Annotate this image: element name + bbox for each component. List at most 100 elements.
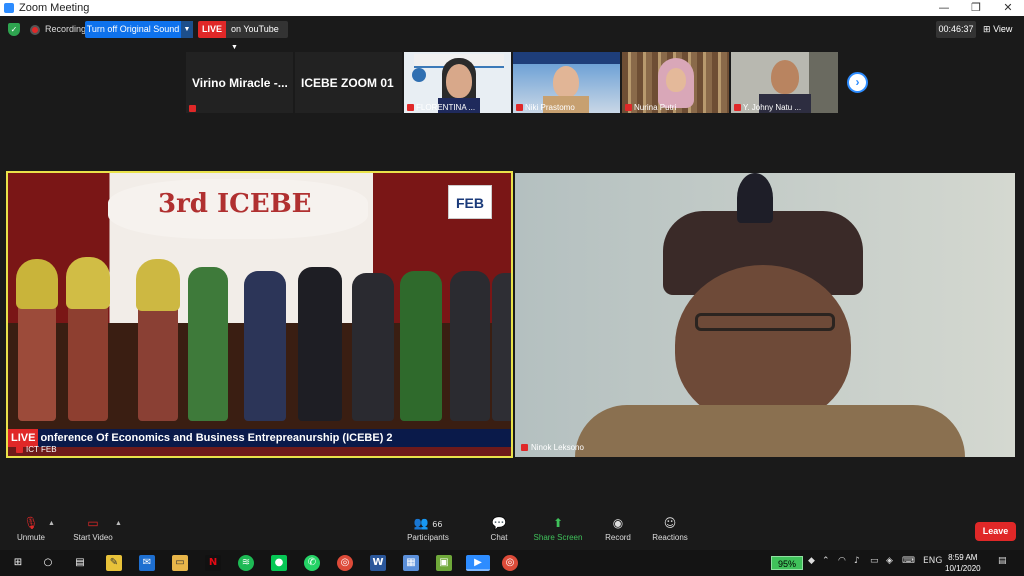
maximize-button[interactable]: ❐ xyxy=(960,0,992,16)
mic-muted-icon xyxy=(516,104,523,111)
share-screen-label: Share Screen xyxy=(533,533,583,542)
reactions-label: Reactions xyxy=(652,533,688,542)
chevron-down-icon: ▼ xyxy=(231,44,238,51)
windows-start-icon[interactable]: ⊞ xyxy=(10,555,26,571)
person xyxy=(188,267,228,421)
hijab xyxy=(66,257,110,309)
search-icon[interactable]: ○ xyxy=(40,555,56,571)
unmute-label: Unmute xyxy=(16,533,45,542)
task-view-icon[interactable]: ▤ xyxy=(72,555,88,571)
notifications-icon[interactable]: ▤ xyxy=(998,556,1007,566)
meeting-timer: 00:46:37 xyxy=(936,21,976,38)
wifi-icon[interactable]: ◠ xyxy=(838,556,846,566)
chrome-icon[interactable]: ◎ xyxy=(337,555,353,571)
view-button[interactable]: ⊞ View xyxy=(983,21,1012,39)
grid-icon: ⊞ xyxy=(983,25,991,35)
participant-name: Ninok Leksono xyxy=(531,443,584,452)
person xyxy=(244,271,286,421)
participant-tile[interactable]: Virino Miracle -... xyxy=(186,52,293,113)
sound-options-chevron-down-icon[interactable]: ▼ xyxy=(181,21,193,38)
hijab xyxy=(16,259,58,309)
tile-footer: Niki Prastomo xyxy=(516,103,575,112)
glasses xyxy=(695,313,835,331)
whatsapp-icon[interactable]: ✆ xyxy=(304,555,320,571)
participant-face xyxy=(446,64,472,98)
participant-name: Nurina Putri xyxy=(634,103,677,112)
netflix-icon[interactable]: N xyxy=(205,555,221,571)
system-clock[interactable]: 8:59 AM 10/1/2020 xyxy=(945,552,981,574)
participant-name: FLORENTINA ... xyxy=(416,103,476,112)
person xyxy=(450,271,490,421)
reactions-button[interactable]: ☺ Reactions xyxy=(650,516,690,542)
virtual-background-header xyxy=(513,52,620,64)
participant-video-tile[interactable]: Nurina Putri xyxy=(622,52,729,113)
notepad-icon[interactable]: ▦ xyxy=(403,555,419,571)
windows-taskbar: ⊞ ○ ▤ ✎ ✉ ▭ N ≋ ● ✆ ◎ W ▦ ▣ ▶ ◎ 95% ◆ ⌃ … xyxy=(0,550,1024,576)
keyboard-icon[interactable]: ⌨ xyxy=(902,556,915,566)
show-hidden-icons-chevron-up-icon[interactable]: ⌃ xyxy=(822,556,830,566)
background-window xyxy=(809,52,838,113)
participant-video-main[interactable]: Ninok Leksono xyxy=(515,173,1015,457)
spotify-icon[interactable]: ≋ xyxy=(238,555,254,571)
video-options-chevron-up-icon[interactable]: ▲ xyxy=(115,520,122,527)
share-screen-button[interactable]: ⬆ Share Screen xyxy=(532,516,584,542)
person xyxy=(352,273,394,421)
livestream-ticker: LIVE onference Of Economics and Business … xyxy=(8,429,511,447)
participant-face xyxy=(666,68,686,92)
reactions-icon: ☺ xyxy=(663,516,677,530)
mic-muted-icon xyxy=(189,105,196,112)
participants-count: 66 xyxy=(432,520,443,529)
zoom-taskbar-icon[interactable]: ▶ xyxy=(466,555,490,571)
video-footer: ICT FEB xyxy=(16,445,57,454)
mail-icon[interactable]: ✉ xyxy=(139,555,155,571)
battery-icon[interactable]: ▭ xyxy=(870,556,879,566)
zoom-app-icon xyxy=(4,3,14,13)
file-explorer-icon[interactable]: ▭ xyxy=(172,555,188,571)
chat-button[interactable]: 💬 Chat xyxy=(486,516,512,542)
person xyxy=(492,273,511,421)
tile-footer: Nurina Putri xyxy=(625,103,676,112)
sticky-notes-icon[interactable]: ✎ xyxy=(106,555,122,571)
event-logo: 3rd ICEBE xyxy=(158,189,312,219)
participant-video-tile[interactable]: Y. Johny Natu ... xyxy=(731,52,838,113)
word-icon[interactable]: W xyxy=(370,555,386,571)
leave-button[interactable]: Leave xyxy=(975,522,1016,541)
original-sound-button[interactable]: Turn off Original Sound xyxy=(85,21,181,38)
participant-tile[interactable]: ICEBE ZOOM 01 xyxy=(295,52,402,113)
participant-name: Virino Miracle -... xyxy=(192,76,288,90)
next-page-arrow-icon[interactable]: › xyxy=(847,72,868,93)
participants-button[interactable]: 👥 66 Participants xyxy=(404,516,452,542)
participant-name: Y. Johny Natu ... xyxy=(743,103,802,112)
close-button[interactable]: ✕ xyxy=(992,0,1024,16)
participant-name: Niki Prastomo xyxy=(525,103,575,112)
defender-shield-icon[interactable]: ◈ xyxy=(886,556,893,566)
meeting-topbar: ✓ Recording Turn off Original Sound ▼ LI… xyxy=(0,16,1024,51)
record-label: Record xyxy=(605,533,631,542)
unmute-button[interactable]: 🎙 Unmute xyxy=(14,516,48,542)
university-logo-icon xyxy=(412,68,426,82)
clock-time: 8:59 AM xyxy=(948,553,978,562)
start-video-label: Start Video xyxy=(73,533,113,542)
line-app-icon[interactable]: ● xyxy=(271,555,287,571)
mic-muted-icon xyxy=(625,104,632,111)
language-indicator[interactable]: ENG xyxy=(923,556,942,566)
active-speaker-video[interactable]: 3rd ICEBE FEB LIVE onference Of Economics… xyxy=(6,171,513,458)
dropbox-icon[interactable]: ◆ xyxy=(808,556,815,566)
mic-muted-icon xyxy=(734,104,741,111)
volume-icon[interactable]: ♪ xyxy=(854,556,860,566)
minimize-button[interactable]: — xyxy=(928,0,960,16)
audio-options-chevron-up-icon[interactable]: ▲ xyxy=(48,520,55,527)
participant-face xyxy=(675,265,851,425)
android-icon[interactable]: ▣ xyxy=(436,555,452,571)
participant-video-tile[interactable]: FLORENTINA ... xyxy=(404,52,511,113)
chrome-icon[interactable]: ◎ xyxy=(502,555,518,571)
mic-muted-icon xyxy=(407,104,414,111)
participant-video-tile[interactable]: Niki Prastomo xyxy=(513,52,620,113)
live-destination-dropdown[interactable]: on YouTube ▼ xyxy=(226,21,288,51)
headwear-peak xyxy=(737,173,773,223)
start-video-button[interactable]: ▭ Start Video xyxy=(70,516,116,542)
mic-muted-icon xyxy=(16,446,23,453)
battery-indicator[interactable]: 95% xyxy=(771,556,803,570)
security-shield-icon[interactable]: ✓ xyxy=(8,23,20,36)
record-button[interactable]: ◉ Record xyxy=(602,516,634,542)
